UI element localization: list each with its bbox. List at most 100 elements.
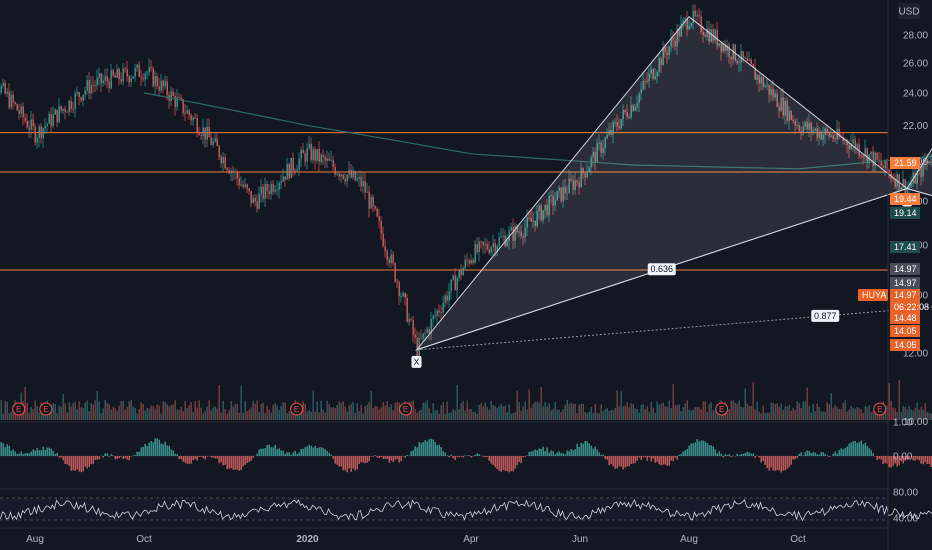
oscillator-bar xyxy=(360,456,362,463)
oscillator-bar xyxy=(660,456,662,466)
volume-bar xyxy=(482,406,484,420)
oscillator-bar xyxy=(2,443,4,456)
volume-bar xyxy=(178,409,180,420)
volume-bar xyxy=(324,412,326,420)
oscillator-bar xyxy=(460,456,462,457)
candle-body xyxy=(288,163,290,179)
oscillator-bar xyxy=(224,456,226,465)
candle-body xyxy=(236,171,238,179)
candle-body xyxy=(438,310,440,313)
volume-bar xyxy=(388,406,390,420)
volume-bar xyxy=(384,405,386,420)
candle-body xyxy=(202,127,204,136)
volume-bar xyxy=(330,407,332,420)
oscillator-bar xyxy=(376,456,378,458)
volume-bar xyxy=(744,388,746,420)
oscillator-bar xyxy=(200,456,202,457)
oscillator-bar xyxy=(706,442,708,456)
price-tag: 14.97 xyxy=(890,277,920,289)
volume-bar xyxy=(570,402,572,420)
oscillator-bar xyxy=(282,450,284,456)
candle-body xyxy=(96,77,98,86)
volume-bar xyxy=(762,405,764,420)
volume-bar xyxy=(380,407,382,420)
candle-body xyxy=(856,144,858,149)
oscillator-bar xyxy=(876,456,878,461)
volume-bar xyxy=(444,413,446,420)
oscillator-bar xyxy=(828,456,830,458)
candle-body xyxy=(252,197,254,204)
volume-bar xyxy=(580,403,582,420)
pattern-ratio-label[interactable]: 0.636 xyxy=(647,263,676,276)
volume-bar xyxy=(700,409,702,420)
volume-bar xyxy=(140,402,142,420)
volume-bar xyxy=(512,413,514,420)
candle-body xyxy=(242,184,244,187)
volume-bar xyxy=(516,390,518,420)
svg-text:E: E xyxy=(43,405,48,414)
candle-body xyxy=(434,315,436,317)
candle-body xyxy=(74,93,76,110)
pattern-point-label[interactable]: X xyxy=(411,355,422,368)
symbol-tag[interactable]: HUYA xyxy=(858,289,888,301)
volume-bar xyxy=(84,402,86,420)
oscillator-bar xyxy=(710,445,712,456)
oscillator-bar xyxy=(632,456,634,464)
oscillator-bar xyxy=(816,454,818,456)
volume-bar xyxy=(654,412,656,420)
oscillator-bar xyxy=(696,439,698,456)
volume-bar xyxy=(776,403,778,420)
oscillator-bar xyxy=(712,446,714,456)
volume-bar xyxy=(476,413,478,420)
oscillator-bar xyxy=(202,456,204,459)
candle-body xyxy=(316,148,318,161)
volume-bar xyxy=(520,410,522,420)
candle-body xyxy=(204,127,206,140)
pattern-ratio-label[interactable]: 0.877 xyxy=(811,309,840,322)
volume-bar xyxy=(484,402,486,420)
volume-bar xyxy=(862,413,864,420)
earnings-marker: E xyxy=(12,402,26,416)
oscillator-bar xyxy=(386,456,388,460)
oscillator-bar xyxy=(802,455,804,456)
candle-body xyxy=(46,123,48,126)
oscillator-bar xyxy=(488,456,490,461)
oscillator-bar xyxy=(26,452,28,456)
oscillator-bar xyxy=(394,456,396,460)
oscillator-bar xyxy=(186,456,188,464)
volume-bar xyxy=(390,404,392,420)
candle-body xyxy=(458,269,460,279)
time-tick-label: Jun xyxy=(572,534,588,545)
price-tag: 14.05 xyxy=(890,325,920,337)
oscillator-bar xyxy=(50,448,52,456)
oscillator-bar xyxy=(62,456,64,461)
candle-body xyxy=(354,171,356,181)
volume-bar xyxy=(92,404,94,420)
oscillator-bar xyxy=(430,438,432,456)
candle-body xyxy=(264,184,266,199)
volume-bar xyxy=(712,410,714,420)
candle-body xyxy=(468,260,470,264)
volume-bar xyxy=(442,402,444,420)
oscillator-bar xyxy=(552,451,554,456)
volume-bar xyxy=(272,404,274,420)
oscillator-bar xyxy=(478,454,480,456)
candle-body xyxy=(56,109,58,122)
candle-body xyxy=(228,170,230,174)
oscillator-bar xyxy=(916,456,918,460)
oscillator-bar xyxy=(824,453,826,456)
volume-bar xyxy=(554,402,556,420)
oscillator-bar xyxy=(586,441,588,456)
oscillator-bar xyxy=(522,456,524,458)
volume-bar xyxy=(660,403,662,420)
volume-bar xyxy=(358,410,360,420)
oscillator-bar xyxy=(396,456,398,460)
volume-bar xyxy=(100,413,102,420)
volume-bar xyxy=(604,409,606,420)
volume-bar xyxy=(548,403,550,420)
candle-body xyxy=(206,126,208,140)
oscillator-bar xyxy=(514,456,516,469)
candle-body xyxy=(744,57,746,59)
chart-canvas[interactable]: 0.6361.2530.877XBD 3 r/r4.5 r/r EEEEEEEE… xyxy=(0,0,932,550)
volume-bar xyxy=(586,413,588,420)
